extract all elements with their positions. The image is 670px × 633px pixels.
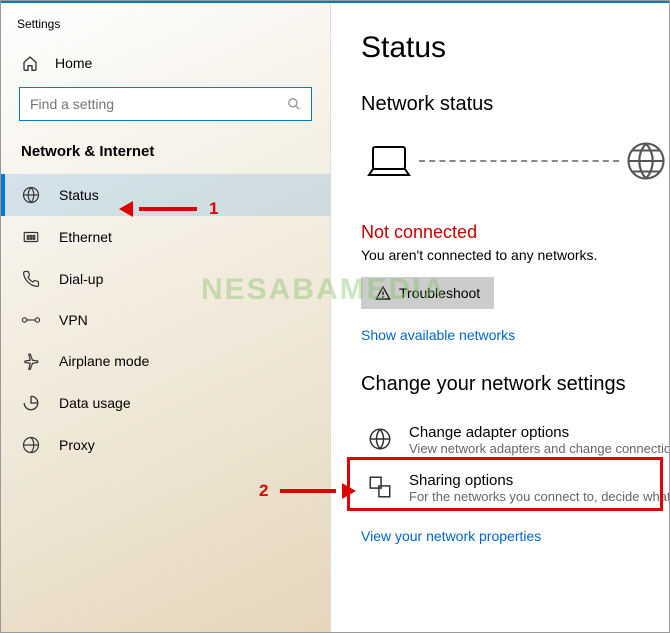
ethernet-icon [21, 228, 41, 246]
sidebar-item-label: Ethernet [59, 229, 112, 245]
sidebar-item-ethernet[interactable]: Ethernet [1, 216, 330, 258]
proxy-icon [21, 436, 41, 454]
airplane-icon [21, 352, 41, 370]
sidebar-item-label: Airplane mode [59, 353, 149, 369]
sharing-option[interactable]: Sharing options For the networks you con… [361, 464, 669, 512]
phone-icon [21, 270, 41, 288]
network-status-heading: Network status [361, 93, 669, 116]
sidebar-item-label: Data usage [59, 395, 131, 411]
home-icon [21, 55, 39, 71]
not-connected-desc: You aren't connected to any networks. [361, 247, 669, 263]
change-adapter-option[interactable]: Change adapter options View network adap… [361, 416, 669, 464]
search-box[interactable] [19, 87, 312, 121]
page-title: Status [361, 31, 669, 65]
sidebar-item-status[interactable]: Status [1, 174, 330, 216]
view-properties-link[interactable]: View your network properties [361, 528, 669, 544]
sidebar: Settings Home Network & Internet Status [1, 3, 331, 632]
sidebar-item-proxy[interactable]: Proxy [1, 424, 330, 466]
warning-icon [375, 285, 391, 301]
show-networks-link[interactable]: Show available networks [361, 327, 669, 343]
adapter-icon [367, 424, 393, 456]
sharing-icon [367, 472, 393, 504]
sidebar-item-label: Proxy [59, 437, 95, 453]
section-title: Network & Internet [1, 135, 330, 174]
data-usage-icon [21, 394, 41, 412]
globe-icon [21, 186, 41, 204]
sidebar-item-label: Status [59, 187, 99, 203]
sidebar-item-dialup[interactable]: Dial-up [1, 258, 330, 300]
change-settings-heading: Change your network settings [361, 373, 669, 396]
sidebar-item-label: Dial-up [59, 271, 103, 287]
troubleshoot-button[interactable]: Troubleshoot [361, 277, 494, 309]
search-icon [287, 97, 301, 111]
troubleshoot-label: Troubleshoot [399, 285, 480, 301]
sidebar-item-label: VPN [59, 312, 88, 328]
not-connected-label: Not connected [361, 222, 669, 243]
app-title: Settings [1, 11, 330, 45]
home-nav[interactable]: Home [1, 45, 330, 81]
opt2-label: Sharing options [409, 472, 669, 489]
opt1-label: Change adapter options [409, 424, 669, 441]
home-label: Home [55, 55, 92, 71]
main-content: Status Network status Not connected You … [331, 3, 669, 632]
search-input[interactable] [30, 96, 287, 112]
opt1-desc: View network adapters and change connect… [409, 441, 669, 456]
laptop-icon [365, 141, 413, 181]
globe-large-icon [625, 140, 667, 182]
sidebar-item-airplane[interactable]: Airplane mode [1, 340, 330, 382]
vpn-icon [21, 313, 41, 327]
sidebar-item-datausage[interactable]: Data usage [1, 382, 330, 424]
opt2-desc: For the networks you connect to, decide … [409, 489, 669, 504]
network-diagram [361, 140, 669, 182]
sidebar-item-vpn[interactable]: VPN [1, 300, 330, 340]
